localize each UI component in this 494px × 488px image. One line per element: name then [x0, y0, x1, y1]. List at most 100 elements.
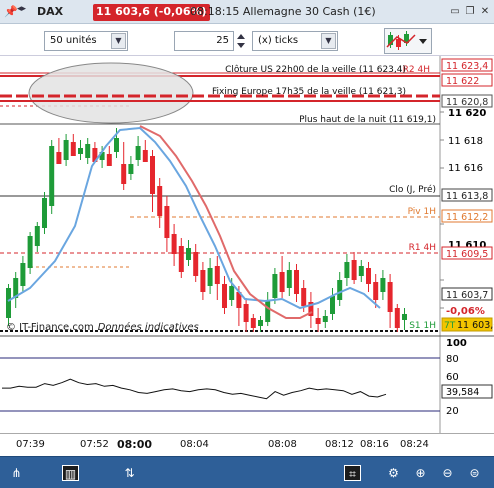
time-axis[interactable]: 07:39 07:52 08:00 08:04 08:08 08:12 08:1…	[0, 433, 494, 456]
piv-label: Piv 1H	[408, 207, 436, 217]
candle-body	[229, 286, 235, 300]
close-icon[interactable]: ✕	[478, 5, 492, 18]
zoom-out-icon[interactable]: ⊖	[439, 465, 456, 481]
price-tick: 11 620	[448, 108, 486, 119]
candle-body	[150, 156, 155, 194]
fixing-label: Fixing Europe 17h35 de la veille (11 621…	[212, 87, 406, 97]
restore-icon[interactable]: ❐	[463, 5, 477, 18]
time-tick: 08:24	[400, 439, 429, 450]
indicator-line	[2, 378, 387, 400]
candle-body	[56, 152, 62, 164]
ticks-input[interactable]: 25	[174, 31, 234, 51]
instrument-symbol[interactable]: DAX	[37, 5, 63, 18]
candle-body	[351, 260, 357, 280]
compare-icon[interactable]: ⇅	[121, 465, 138, 481]
watermark-text: © IT-Finance.com	[6, 322, 94, 333]
candle-body	[193, 252, 199, 276]
r1-label: R1 4H	[409, 243, 436, 253]
badge-change-percent: -0,06%	[446, 306, 485, 317]
badge-piv: 11 612,2	[446, 212, 488, 223]
candle-body	[164, 206, 170, 238]
indicator-tick: 20	[446, 406, 459, 417]
chart-area[interactable]: R2 4H Clôture US 22h00 de la veille (11 …	[0, 56, 494, 433]
share-icon[interactable]: ⋔	[8, 465, 25, 481]
candle-body	[186, 248, 191, 260]
indicator-tick: 100	[446, 338, 467, 349]
candle-body	[301, 288, 307, 306]
chart-toolbar: 50 unités ▼ 25 (x) ticks ▼	[0, 25, 494, 56]
ticks-label: (x) ticks	[258, 35, 299, 46]
candle-body	[222, 284, 227, 308]
candle-body	[42, 198, 47, 228]
candle-body	[49, 146, 55, 206]
candle-body	[330, 296, 335, 314]
candle-body	[250, 318, 256, 328]
candlestick-icon	[386, 31, 427, 50]
chevron-down-icon[interactable]: ▼	[321, 33, 336, 49]
ticks-stepper[interactable]	[235, 31, 247, 51]
candle-body	[243, 304, 249, 322]
badge-cloture: 11 623,4	[446, 61, 488, 72]
candle-body	[337, 280, 343, 300]
time-tick: 08:00	[117, 438, 153, 451]
indicator-tick: 60	[446, 372, 459, 383]
pin-icon[interactable]: 📌	[4, 5, 18, 18]
minimize-icon[interactable]: ▭	[448, 5, 462, 18]
price-axis[interactable]: 11 620 11 618 11 616 11 610 11 623,4 11 …	[440, 58, 494, 332]
chart-style-button[interactable]	[384, 28, 432, 54]
candle-body	[286, 270, 292, 288]
candle-body	[34, 226, 40, 246]
candle-body	[272, 274, 278, 298]
candle-body	[366, 268, 371, 284]
candle-body	[387, 282, 393, 312]
highlight-ellipse	[28, 62, 194, 124]
candle-body	[6, 288, 11, 318]
indicator-icon[interactable]: ⌗	[344, 465, 361, 481]
candle-body	[20, 263, 26, 286]
candle-body	[322, 316, 328, 322]
time-tick: 08:12	[325, 439, 354, 450]
candle-body	[214, 266, 220, 284]
plus-haut-label: Plus haut de la nuit (11 619,1)	[299, 115, 436, 125]
units-select[interactable]: 50 unités ▼	[44, 31, 128, 51]
candle-body	[171, 234, 177, 254]
price-chart[interactable]: R2 4H Clôture US 22h00 de la veille (11 …	[0, 56, 494, 433]
timeframe-select[interactable]: (x) ticks ▼	[252, 31, 338, 51]
candle-body	[258, 320, 263, 326]
zoom-reset-icon[interactable]: ⊜	[466, 465, 483, 481]
candle-body	[265, 300, 271, 322]
time-tick: 07:52	[80, 439, 109, 450]
zoom-in-icon[interactable]: ⊕	[412, 465, 429, 481]
r2-label: R2 4H	[403, 65, 430, 75]
candle-body	[135, 146, 141, 160]
candle-body	[402, 314, 407, 320]
settings-icon[interactable]: ⚙	[385, 465, 402, 481]
badge-clo: 11 613,8	[446, 191, 488, 202]
price-tick: 11 616	[448, 163, 483, 174]
time-tick: 08:16	[360, 439, 389, 450]
indicator-value: 39,584	[446, 387, 479, 398]
candle-body	[380, 278, 386, 292]
title-bar: 📌 ◂▸ DAX 11 603,6 (-0,06%) 08:18:15 Alle…	[0, 0, 494, 24]
chevron-down-icon[interactable]: ▼	[111, 33, 126, 49]
candle-body	[78, 148, 83, 154]
time-tick: 08:04	[180, 439, 209, 450]
chart-type-icon[interactable]: ▥	[62, 465, 79, 481]
candle-body	[294, 270, 299, 294]
candle-body	[315, 318, 321, 324]
candle-body	[279, 272, 285, 292]
expand-arrows-icon[interactable]: ◂▸	[17, 4, 26, 14]
time-tick: 08:08	[268, 439, 297, 450]
time-tick: 07:39	[16, 439, 45, 450]
indicator-axis[interactable]: 100 80 60 20 39,584	[441, 338, 493, 417]
cloture-label: Clôture US 22h00 de la veille (11 623,4)	[225, 64, 406, 75]
badge-current-price: 11 603,6	[457, 320, 494, 331]
candle-body	[178, 246, 184, 272]
price-tick: 11 618	[448, 136, 483, 147]
candle-body	[358, 266, 364, 276]
candle-body	[27, 236, 33, 268]
candle-body	[114, 138, 119, 152]
units-value: 50 unités	[50, 35, 97, 46]
candle-body	[157, 186, 163, 216]
candle-body	[200, 270, 206, 292]
